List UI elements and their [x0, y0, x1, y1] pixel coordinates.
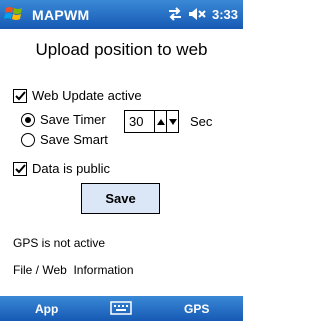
save-smart-radio[interactable]: Save Smart [21, 132, 108, 147]
app-soft-key[interactable]: App [35, 302, 58, 316]
soft-key-bar: App GPS [0, 296, 243, 321]
web-update-label: Web Update active [32, 88, 142, 103]
timer-unit-label: Sec [190, 114, 213, 129]
up-arrow-icon [156, 118, 165, 125]
decrement-button[interactable] [167, 110, 179, 133]
save-timer-label: Save Timer [40, 112, 106, 127]
system-tray: 3:33 [167, 5, 238, 23]
clock[interactable]: 3:33 [212, 7, 238, 22]
data-public-label: Data is public [32, 161, 111, 176]
data-public-checkbox[interactable]: Data is public [13, 161, 110, 176]
title-bar: MAPWM 3:33 [0, 0, 243, 29]
timer-stepper[interactable]: 30 [124, 110, 179, 133]
windows-flag-icon[interactable] [4, 5, 24, 23]
save-timer-radio-button[interactable] [21, 112, 35, 127]
data-public-check-box[interactable] [13, 161, 27, 176]
page-title: Upload position to web [35, 40, 208, 59]
app-title: MAPWM [32, 7, 90, 23]
keyboard-icon[interactable] [110, 300, 132, 319]
gps-status-text: GPS is not active [13, 236, 106, 250]
speaker-mute-icon[interactable] [188, 7, 206, 21]
save-smart-label: Save Smart [40, 132, 108, 147]
down-arrow-icon [168, 118, 177, 125]
save-timer-radio[interactable]: Save Timer [21, 112, 106, 127]
web-update-checkbox[interactable]: Web Update active [13, 88, 142, 103]
save-button[interactable]: Save [81, 183, 160, 214]
save-smart-radio-button[interactable] [21, 132, 35, 147]
web-update-check-box[interactable] [13, 88, 27, 103]
sync-arrows-icon[interactable] [167, 7, 183, 21]
gps-soft-key[interactable]: GPS [184, 302, 209, 316]
increment-button[interactable] [155, 110, 167, 133]
file-web-info-text: File / Web Information [13, 263, 134, 277]
timer-value-field[interactable]: 30 [124, 110, 155, 133]
